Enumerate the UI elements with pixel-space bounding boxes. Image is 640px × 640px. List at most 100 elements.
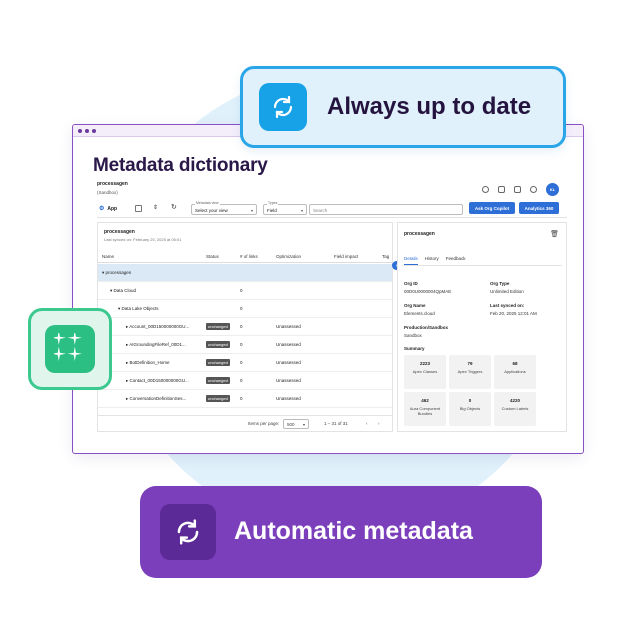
column-optimization[interactable]: Optimization xyxy=(276,254,301,259)
sort-icon[interactable]: ⇕ xyxy=(153,204,160,211)
marketing-canvas: Metadata dictionary processagen (Sandbox… xyxy=(0,0,640,640)
summary-card[interactable]: 462 Aura Component Bundles xyxy=(404,392,446,426)
tab-divider xyxy=(402,265,562,266)
always-up-to-date-callout: Always up to date xyxy=(240,66,566,148)
row-name: ▾ Data Lake Objects xyxy=(118,306,159,311)
window-dot[interactable] xyxy=(78,128,82,133)
row-name: ▾ Data Cloud xyxy=(110,288,137,293)
settings-icon[interactable] xyxy=(482,186,489,193)
table-body: ▾ processagen ▾ Data Cloud 0 ▾ Data Lake Ob… xyxy=(98,264,392,408)
metadata-tree-panel: processagen Last synced on: February 20,… xyxy=(97,222,393,432)
summary-card[interactable]: 0 Big Objects xyxy=(449,392,491,426)
row-optimization: Unassessed xyxy=(276,342,301,347)
org-name: processagen xyxy=(97,181,128,187)
summary-grid: 2223 Apex Classes 79 Apex Triggers 68 Applica… xyxy=(404,355,544,426)
summary-label: Apex Classes xyxy=(412,369,438,374)
last-synced-value: Feb 20, 2025 12:01 AM xyxy=(490,311,537,316)
summary-value: 79 xyxy=(467,361,473,366)
environment-value: Sandbox xyxy=(404,333,422,338)
app-label: App xyxy=(107,205,118,212)
pagination: Items per page: 500 ▾ 1 – 31 of 31 ‹ › xyxy=(98,415,392,431)
copy-icon[interactable] xyxy=(135,205,142,212)
metadata-view-label: Metadata view xyxy=(195,201,220,205)
callout-top-text: Always up to date xyxy=(327,93,532,120)
items-per-page-select[interactable]: 500 ▾ xyxy=(283,419,309,429)
table-header: Name Status # of links Optimization Fiel… xyxy=(98,251,392,263)
window-dot[interactable] xyxy=(85,128,89,133)
table-row[interactable]: ▸ Account_00D150000000GU... unchanged 0 Una… xyxy=(98,318,392,336)
sync-icon xyxy=(259,83,307,131)
callout-bottom-text: Automatic metadata xyxy=(234,517,473,545)
metadata-view-select[interactable]: Metadata view Select your view ▾ xyxy=(191,201,257,215)
row-links: 0 xyxy=(240,360,243,365)
tab-feedback[interactable]: Feedback xyxy=(446,256,466,265)
column-name[interactable]: Name xyxy=(102,254,114,259)
summary-card[interactable]: 79 Apex Triggers xyxy=(449,355,491,389)
items-per-page-value: 500 xyxy=(287,422,295,427)
column-tag[interactable]: Tag xyxy=(382,254,389,259)
status-badge: unchanged xyxy=(206,359,230,366)
search-input[interactable]: Search xyxy=(309,204,463,215)
refresh-icon[interactable]: ↻ xyxy=(171,203,178,211)
sparkle-icon xyxy=(45,325,95,373)
summary-value: 0 xyxy=(468,398,472,403)
table-row[interactable]: ▸ BotDefinition_Home unchanged 0 Unassessed xyxy=(98,354,392,372)
row-links: 0 xyxy=(240,378,243,383)
page-title: Metadata dictionary xyxy=(93,155,268,176)
next-page-icon[interactable]: › xyxy=(378,421,380,426)
org-id-key: Org ID xyxy=(404,281,418,286)
table-row[interactable]: ▾ Data Cloud 0 xyxy=(98,282,392,300)
trash-icon[interactable]: 🗑 xyxy=(550,230,559,238)
status-badge: unchanged xyxy=(206,395,230,402)
tab-details[interactable]: Details xyxy=(404,256,418,265)
summary-label: Applications xyxy=(504,369,526,374)
app-icon: ⚙ xyxy=(99,206,105,212)
row-links: 0 xyxy=(240,396,243,401)
summary-label: Summary xyxy=(404,346,425,351)
table-row[interactable]: ▸ Contact_00D150000000GU... unchanged 0 Una… xyxy=(98,372,392,390)
top-icon-bar: KL xyxy=(482,183,559,196)
column-links[interactable]: # of links xyxy=(240,254,258,259)
row-name: ▸ ConversationDefinitionSes... xyxy=(126,396,187,401)
avatar[interactable]: KL xyxy=(546,183,559,196)
automatic-metadata-callout: Automatic metadata xyxy=(140,486,542,578)
org-name-key: Org Name xyxy=(404,303,426,308)
row-name: ▾ processagen xyxy=(102,270,132,275)
tab-history[interactable]: History xyxy=(425,256,439,265)
summary-value: 4220 xyxy=(509,398,520,403)
column-status[interactable]: Status xyxy=(206,254,219,259)
table-row[interactable]: ▾ Data Lake Objects 0 xyxy=(98,300,392,318)
org-type-key: Org Type xyxy=(490,281,510,286)
summary-label: Big Objects xyxy=(459,406,481,411)
column-field-impact[interactable]: Field impact xyxy=(334,254,358,259)
window-dot[interactable] xyxy=(92,128,96,133)
chart-icon[interactable] xyxy=(514,186,521,193)
table-row[interactable]: ▸ ConversationDefinitionSes... unchanged 0… xyxy=(98,390,392,408)
app-content: processagen (Sandbox) KL ⚙ App ⇕ ↻ Metad… xyxy=(97,181,567,445)
types-select[interactable]: Types Field ▾ xyxy=(263,201,307,215)
org-environment: (Sandbox) xyxy=(97,190,118,195)
page-range: 1 – 31 of 31 xyxy=(324,421,348,426)
table-row[interactable]: ▾ processagen xyxy=(98,264,392,282)
analytics-360-button[interactable]: Analytics 360 xyxy=(519,202,559,214)
table-row[interactable]: ▸ AIGroundingFileRef_00D1... unchanged 0 Un… xyxy=(98,336,392,354)
row-links: 0 xyxy=(240,342,243,347)
status-badge: unchanged xyxy=(206,377,230,384)
app-selector[interactable]: ⚙ App xyxy=(99,205,118,213)
bell-icon[interactable] xyxy=(530,186,537,193)
summary-value: 2223 xyxy=(419,361,430,366)
summary-card[interactable]: 4220 Custom Labels xyxy=(494,392,536,426)
prev-page-icon[interactable]: ‹ xyxy=(366,421,368,426)
summary-card[interactable]: 68 Applications xyxy=(494,355,536,389)
app-window: Metadata dictionary processagen (Sandbox… xyxy=(72,124,584,454)
summary-card[interactable]: 2223 Apex Classes xyxy=(404,355,446,389)
metadata-view-value: Select your view xyxy=(195,208,228,213)
search-placeholder: Search xyxy=(313,208,328,213)
ask-org-copilot-button[interactable]: Ask Org Copilot xyxy=(469,202,515,214)
monitor-icon[interactable] xyxy=(498,186,505,193)
chevron-down-icon: ▾ xyxy=(250,208,253,213)
ai-sparkle-callout xyxy=(28,308,112,390)
row-optimization: Unassessed xyxy=(276,396,301,401)
toolbar: ⚙ App ⇕ ↻ Metadata view Select your view… xyxy=(97,201,567,218)
summary-value: 462 xyxy=(421,398,429,403)
